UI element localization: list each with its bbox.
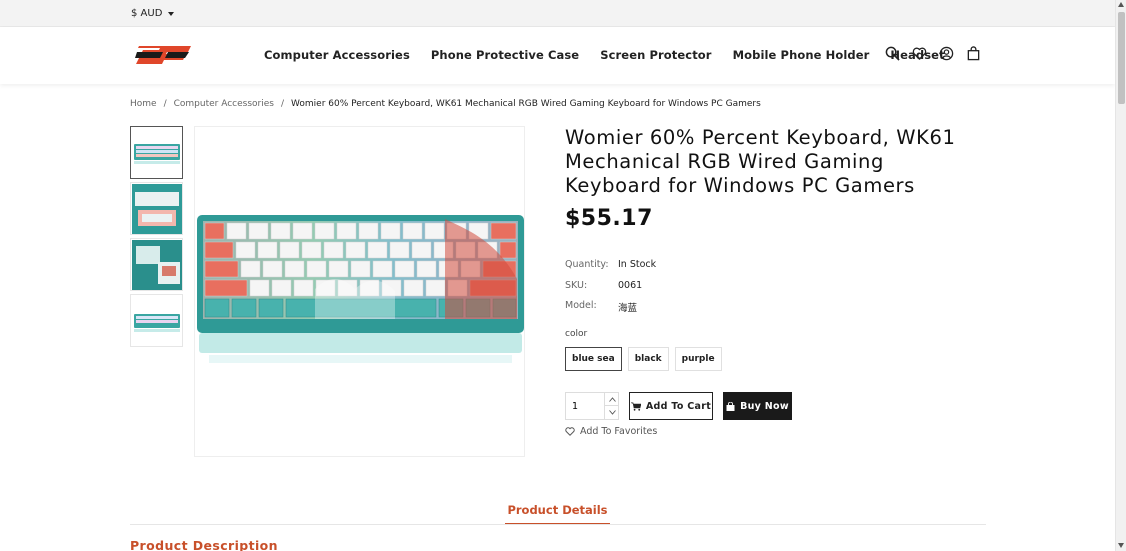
- chevron-up-icon: [608, 396, 616, 402]
- add-to-cart-button[interactable]: Add To Cart: [629, 392, 713, 420]
- product-main-image[interactable]: [194, 126, 525, 457]
- heart-icon[interactable]: [912, 46, 927, 61]
- color-option-black[interactable]: black: [627, 347, 669, 371]
- breadcrumb-separator: /: [280, 99, 285, 109]
- add-to-cart-label: Add To Cart: [645, 400, 712, 412]
- brand-logo[interactable]: [135, 44, 193, 66]
- chevron-down-icon: [168, 12, 175, 16]
- sku-value: 0061: [618, 280, 643, 291]
- breadcrumb-separator: /: [163, 99, 167, 109]
- color-option-purple[interactable]: purple: [674, 347, 722, 371]
- account-icon[interactable]: [939, 46, 954, 61]
- sku-row: SKU: 0061: [565, 280, 642, 291]
- quantity-label: Quantity:: [565, 259, 609, 270]
- buy-now-label: Buy Now: [740, 400, 789, 412]
- thumbnail-2[interactable]: [130, 182, 183, 235]
- nav-item-mobile-phone-holder[interactable]: Mobile Phone Holder: [733, 48, 870, 62]
- site-header: Computer Accessories Phone Protective Ca…: [0, 27, 1115, 84]
- header-icons: [885, 46, 981, 61]
- bag-icon: [726, 401, 735, 411]
- currency-label: $ AUD: [131, 8, 163, 19]
- color-option-label: color: [565, 329, 588, 339]
- keyboard-thumbnail-image: [131, 183, 182, 234]
- thumbnail-4[interactable]: [130, 294, 183, 347]
- breadcrumb: Home / Computer Accessories / Womier 60%…: [130, 99, 761, 109]
- thumbnail-1[interactable]: [130, 126, 183, 179]
- scrollbar-thumb[interactable]: [1118, 12, 1125, 104]
- quantity-input[interactable]: [566, 393, 604, 419]
- quantity-stepper: [565, 392, 619, 420]
- buy-now-button[interactable]: Buy Now: [723, 392, 792, 420]
- product-description-heading: Product Description: [130, 538, 278, 551]
- model-value: 海蓝: [618, 303, 638, 314]
- thumbnail-3[interactable]: [130, 238, 183, 291]
- currency-selector[interactable]: $ AUD: [131, 8, 175, 19]
- bag-icon[interactable]: [966, 46, 981, 61]
- model-row: Model: 海蓝: [565, 300, 637, 314]
- keyboard-thumbnail-image: [133, 143, 180, 164]
- color-options: blue sea black purple: [565, 347, 722, 371]
- top-utility-bar: $ AUD: [0, 0, 1115, 27]
- quantity-decrease-button[interactable]: [605, 406, 619, 419]
- keyboard-thumbnail-image: [131, 239, 182, 290]
- quantity-step-buttons: [604, 393, 619, 419]
- tab-product-details[interactable]: Product Details: [505, 503, 610, 525]
- main-nav: Computer Accessories Phone Protective Ca…: [264, 48, 945, 62]
- scroll-up-arrow-icon[interactable]: [1118, 2, 1124, 7]
- keyboard-image: [197, 215, 524, 363]
- nav-item-screen-protector[interactable]: Screen Protector: [600, 48, 711, 62]
- product-price: $55.17: [565, 206, 653, 231]
- search-icon[interactable]: [885, 46, 900, 61]
- add-to-favorites-link[interactable]: Add To Favorites: [565, 426, 657, 437]
- add-to-favorites-label: Add To Favorites: [580, 426, 658, 437]
- stock-row: Quantity: In Stock: [565, 259, 656, 270]
- breadcrumb-category[interactable]: Computer Accessories: [174, 99, 274, 109]
- stock-status: In Stock: [618, 259, 657, 270]
- cart-icon: [630, 402, 641, 411]
- product-title: Womier 60% Percent Keyboard, WK61 Mechan…: [565, 126, 956, 197]
- tab-divider: [130, 524, 986, 525]
- quantity-increase-button[interactable]: [605, 393, 619, 406]
- product-thumbnails: [130, 126, 184, 350]
- model-label: Model:: [565, 300, 597, 311]
- chevron-down-icon: [608, 410, 616, 415]
- heart-icon: [565, 427, 575, 436]
- page-scrollbar[interactable]: [1115, 0, 1126, 551]
- breadcrumb-current: Womier 60% Percent Keyboard, WK61 Mechan…: [291, 99, 761, 109]
- keyboard-thumbnail-image: [133, 313, 180, 332]
- color-option-blue-sea[interactable]: blue sea: [565, 347, 622, 371]
- breadcrumb-home[interactable]: Home: [130, 99, 157, 109]
- scroll-down-arrow-icon[interactable]: [1118, 543, 1124, 548]
- nav-item-computer-accessories[interactable]: Computer Accessories: [264, 48, 410, 62]
- nav-item-phone-protective-case[interactable]: Phone Protective Case: [431, 48, 579, 62]
- sku-label: SKU:: [565, 280, 588, 291]
